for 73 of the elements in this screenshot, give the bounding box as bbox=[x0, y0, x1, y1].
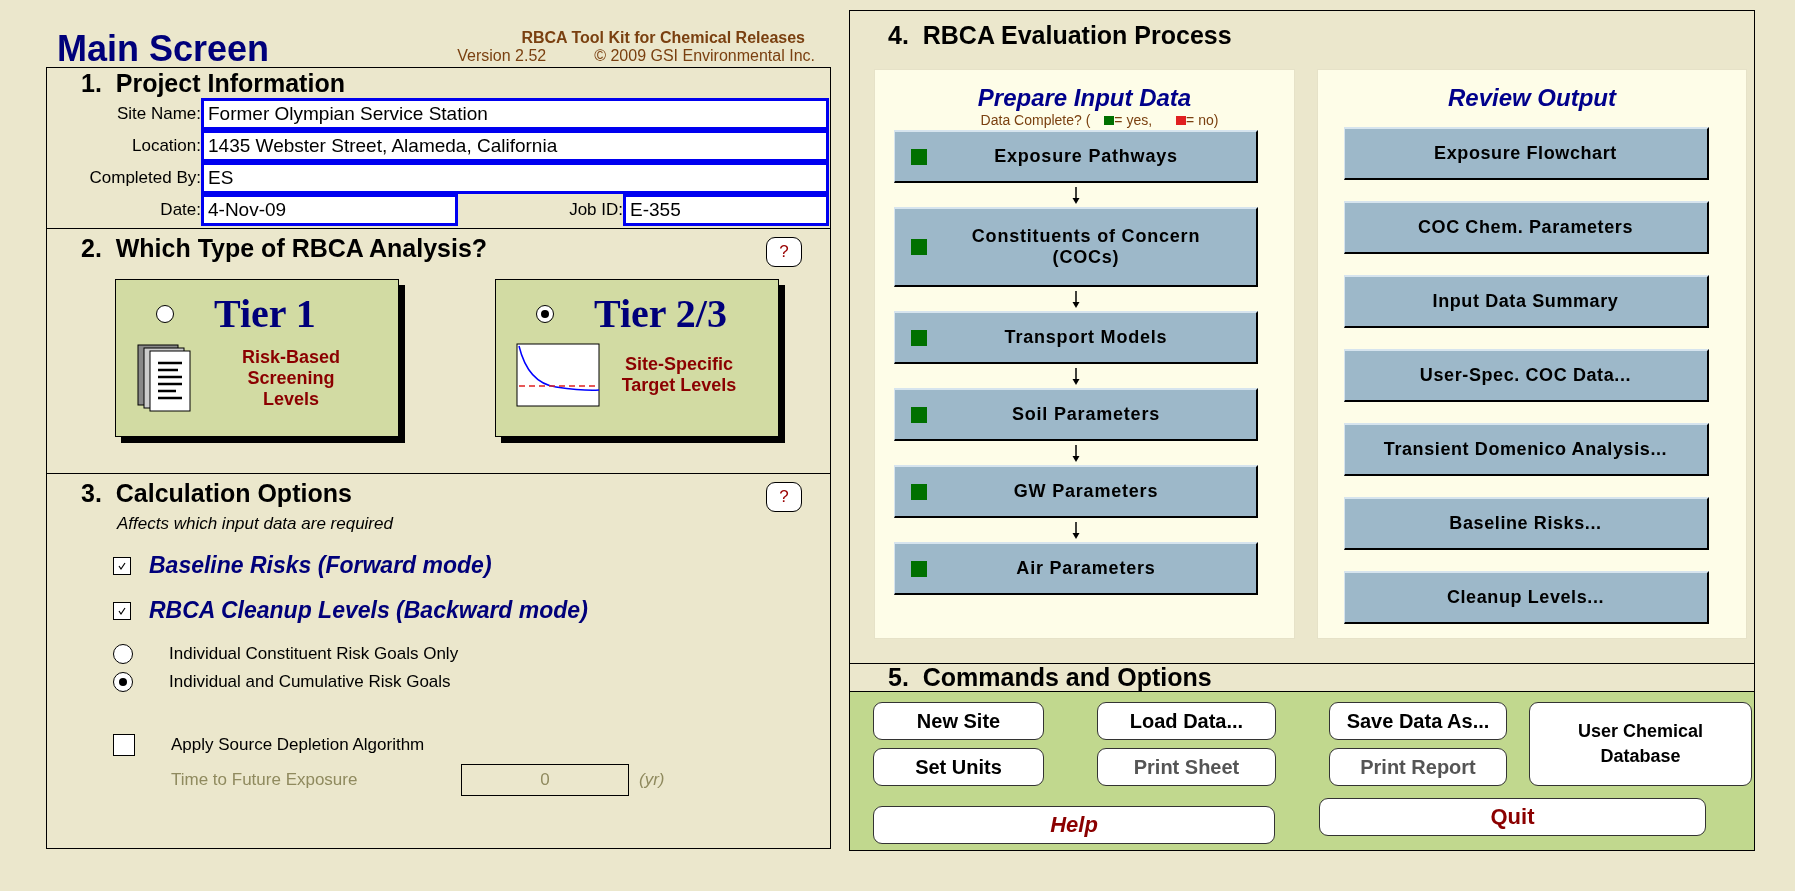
field-label: Location: bbox=[131, 136, 201, 156]
input-field[interactable]: 1435 Webster Street, Alameda, California bbox=[201, 129, 829, 162]
output-button[interactable]: Baseline Risks... bbox=[1343, 497, 1709, 550]
option-label: RBCA Cleanup Levels (Backward mode) bbox=[149, 597, 588, 624]
field-label: Completed By: bbox=[88, 168, 201, 188]
down-arrow-icon bbox=[1070, 445, 1081, 463]
section-subtitle: Affects which input data are required bbox=[115, 514, 395, 534]
tier-description: Risk-Based Screening Levels bbox=[240, 346, 341, 410]
output-button[interactable]: Cleanup Levels... bbox=[1343, 571, 1709, 624]
checkbox[interactable] bbox=[113, 601, 131, 620]
checkmark-icon bbox=[117, 560, 127, 571]
process-button[interactable]: Air Parameters bbox=[893, 542, 1258, 595]
section-heading: 4. RBCA Evaluation Process bbox=[887, 20, 1233, 51]
command-button[interactable]: Set Units bbox=[873, 748, 1044, 786]
option-label: Individual Constituent Risk Goals Only bbox=[169, 644, 459, 664]
tier-title: Tier 1 bbox=[214, 290, 316, 337]
process-button[interactable]: Transport Models bbox=[893, 311, 1258, 364]
radio-button[interactable] bbox=[536, 304, 554, 323]
process-button[interactable]: GW Parameters bbox=[893, 465, 1258, 518]
process-button[interactable]: Constituents of Concern (COCs) bbox=[893, 207, 1258, 287]
radio-button[interactable] bbox=[113, 672, 133, 692]
decay-curve-icon bbox=[516, 343, 600, 407]
process-button[interactable]: Soil Parameters bbox=[893, 388, 1258, 441]
process-button[interactable]: Exposure Pathways bbox=[893, 130, 1258, 183]
section-heading: 2. Which Type of RBCA Analysis? bbox=[81, 233, 488, 263]
command-button[interactable]: Save Data As... bbox=[1329, 702, 1507, 740]
screen-title: Main Screen bbox=[57, 31, 270, 67]
option-label: Apply Source Depletion Algorithm bbox=[171, 735, 425, 755]
output-button[interactable]: COC Chem. Parameters bbox=[1343, 201, 1709, 254]
command-button[interactable]: User Chemical Database bbox=[1529, 702, 1752, 786]
checkbox[interactable] bbox=[113, 734, 135, 756]
checkmark-icon bbox=[117, 605, 127, 616]
field-label: Date: bbox=[159, 200, 201, 220]
unit-label: (yr) bbox=[639, 770, 665, 790]
command-button[interactable]: Help bbox=[873, 806, 1275, 844]
section-heading: 5. Commands and Options bbox=[888, 663, 1212, 692]
help-button[interactable]: ? bbox=[766, 237, 802, 267]
option-label: Baseline Risks (Forward mode) bbox=[149, 552, 492, 579]
field-label: Time to Future Exposure bbox=[171, 770, 359, 790]
command-button[interactable]: New Site bbox=[873, 702, 1044, 740]
input-field[interactable]: ES bbox=[201, 161, 829, 194]
input-field[interactable]: Former Olympian Service Station bbox=[201, 97, 829, 130]
down-arrow-icon bbox=[1070, 291, 1081, 309]
legend-label: = yes, bbox=[1114, 112, 1153, 128]
output-button[interactable]: Transient Domenico Analysis... bbox=[1343, 423, 1709, 476]
product-name: RBCA Tool Kit for Chemical Releases bbox=[521, 29, 805, 47]
output-button[interactable]: Input Data Summary bbox=[1343, 275, 1709, 328]
command-button[interactable]: Quit bbox=[1319, 798, 1706, 836]
version-label: Version 2.52 bbox=[457, 47, 547, 65]
radio-button[interactable] bbox=[156, 304, 174, 323]
section-heading: 1. Project Information bbox=[80, 68, 346, 98]
checkbox[interactable] bbox=[113, 556, 131, 575]
output-button[interactable]: Exposure Flowchart bbox=[1343, 127, 1709, 180]
input-field[interactable]: E-355 bbox=[623, 193, 829, 226]
command-button[interactable]: Load Data... bbox=[1097, 702, 1276, 740]
tier-title: Tier 2/3 bbox=[594, 290, 727, 337]
output-button[interactable]: User-Spec. COC Data... bbox=[1343, 349, 1709, 402]
radio-button[interactable] bbox=[113, 644, 133, 664]
field-label: Job ID: bbox=[568, 200, 623, 220]
field-label: Site Name: bbox=[115, 104, 201, 124]
section-heading: 3. Calculation Options bbox=[81, 478, 352, 508]
option-label: Individual and Cumulative Risk Goals bbox=[169, 672, 451, 692]
legend-label: = no) bbox=[1186, 112, 1219, 128]
column-title: Prepare Input Data bbox=[977, 84, 1192, 112]
help-button[interactable]: ? bbox=[766, 482, 802, 512]
down-arrow-icon bbox=[1070, 522, 1081, 540]
input-field[interactable]: 4-Nov-09 bbox=[201, 193, 458, 226]
down-arrow-icon bbox=[1070, 368, 1081, 386]
legend-label: Data Complete? ( bbox=[980, 112, 1091, 128]
column-title: Review Output bbox=[1448, 84, 1616, 112]
copyright-label: © 2009 GSI Environmental Inc. bbox=[594, 47, 815, 65]
tier-description: Site-Specific Target Levels bbox=[620, 354, 738, 396]
down-arrow-icon bbox=[1070, 187, 1081, 205]
